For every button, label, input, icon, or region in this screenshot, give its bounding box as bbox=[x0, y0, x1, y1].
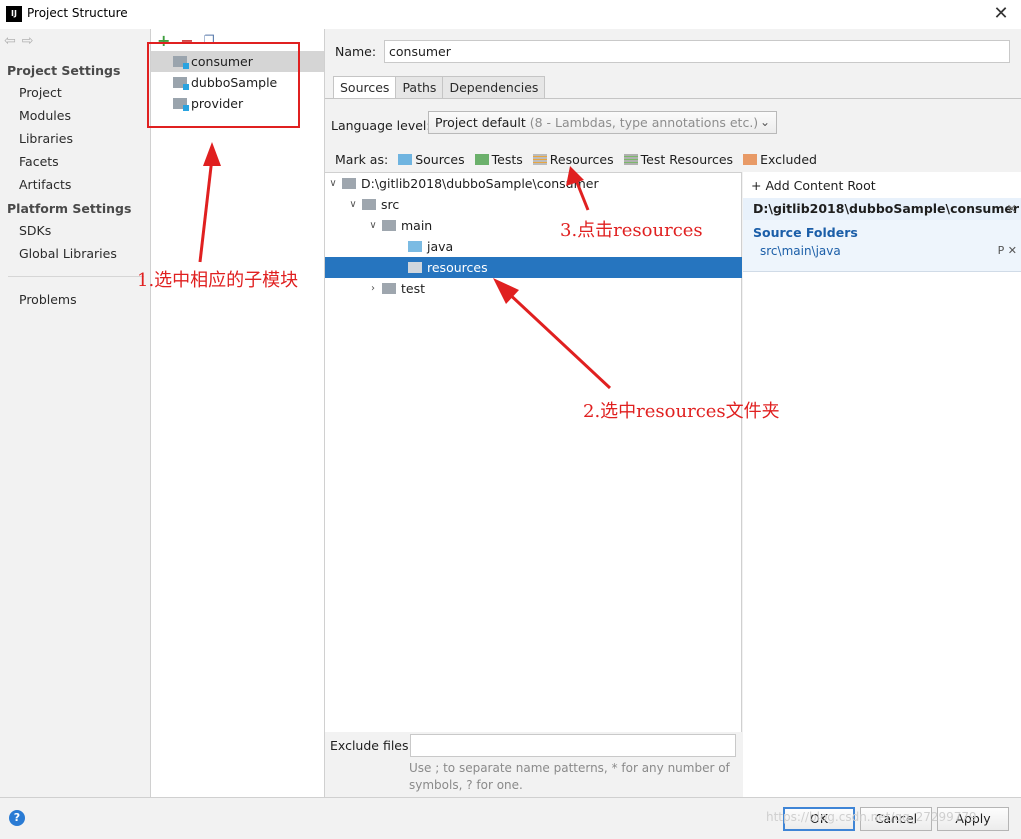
annotation-arrows bbox=[198, 142, 612, 390]
arrow-step2-shaft bbox=[503, 288, 612, 390]
arrow-step1-shaft bbox=[198, 157, 214, 263]
watermark: https://blog.csdn.net/qq_27299779 bbox=[766, 810, 977, 824]
annotation-step3: 3.点击resources bbox=[560, 220, 703, 241]
annotation-step2: 2.选中resources文件夹 bbox=[583, 401, 780, 422]
arrow-step1-head bbox=[203, 142, 221, 166]
annotation-step1: 1.选中相应的子模块 bbox=[137, 270, 299, 291]
arrow-step3-head bbox=[566, 166, 584, 186]
arrow-step3-shaft bbox=[574, 179, 590, 211]
